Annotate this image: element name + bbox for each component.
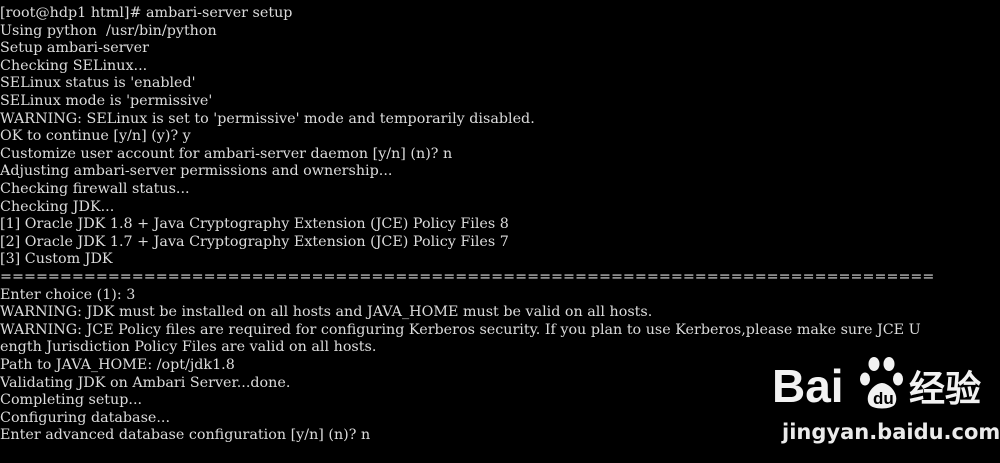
jingyan-text: 经验	[909, 369, 981, 410]
terminal-line: WARNING: JDK must be installed on all ho…	[0, 304, 653, 321]
baidu-logo: Bai du 经验	[772, 357, 981, 412]
baidu-logo-text-bai: Bai	[772, 360, 844, 412]
svg-text:du: du	[873, 389, 894, 408]
terminal-line: SELinux mode is 'permissive'	[0, 93, 213, 109]
terminal-line: Checking SELinux...	[0, 57, 148, 74]
terminal-line: WARNING: SELinux is set to 'permissive' …	[0, 110, 535, 127]
paw-icon: du	[860, 357, 903, 409]
terminal-line: Configuring database...	[0, 409, 171, 426]
terminal-line: Setup ambari-server	[0, 40, 149, 57]
terminal-line: SELinux status is 'enabled'	[0, 75, 196, 92]
terminal-line: WARNING: JCE Policy files are required f…	[0, 321, 921, 338]
cut-off-previous-line	[0, 0, 1000, 2]
terminal-line: Checking firewall status...	[0, 181, 190, 197]
baidu-jingyan-watermark: Bai du 经验 jingyan.baidu.com	[772, 352, 1000, 452]
terminal-line: OK to continue [y/n] (y)? y	[0, 128, 191, 145]
terminal-line: Enter advanced database configuration [y…	[0, 427, 371, 444]
terminal-line: Completing setup...	[0, 392, 143, 409]
terminal-line: [3] Custom JDK	[0, 251, 113, 268]
terminal-line: ========================================…	[0, 269, 935, 285]
terminal-line: [1] Oracle JDK 1.8 + Java Cryptography E…	[0, 216, 509, 233]
terminal-line: Path to JAVA_HOME: /opt/jdk1.8	[0, 357, 235, 373]
terminal-line: Enter choice (1): 3	[0, 286, 136, 303]
terminal-line: Using python /usr/bin/python	[0, 22, 217, 39]
terminal-line: [root@hdp1 html]# ambari-server setup	[0, 5, 293, 21]
terminal-line: Adjusting ambari-server permissions and …	[0, 163, 393, 180]
terminal-line: Checking JDK...	[0, 198, 115, 215]
watermark-url: jingyan.baidu.com	[782, 420, 1000, 444]
terminal-line: Customize user account for ambari-server…	[0, 145, 453, 162]
terminal-line: Validating JDK on Ambari Server...done.	[0, 374, 291, 391]
terminal-line: ength Jurisdiction Policy Files are vali…	[0, 339, 377, 356]
terminal-line: [2] Oracle JDK 1.7 + Java Cryptography E…	[0, 233, 509, 250]
terminal-window[interactable]: [root@hdp1 html]# ambari-server setup Usi…	[0, 0, 1000, 463]
